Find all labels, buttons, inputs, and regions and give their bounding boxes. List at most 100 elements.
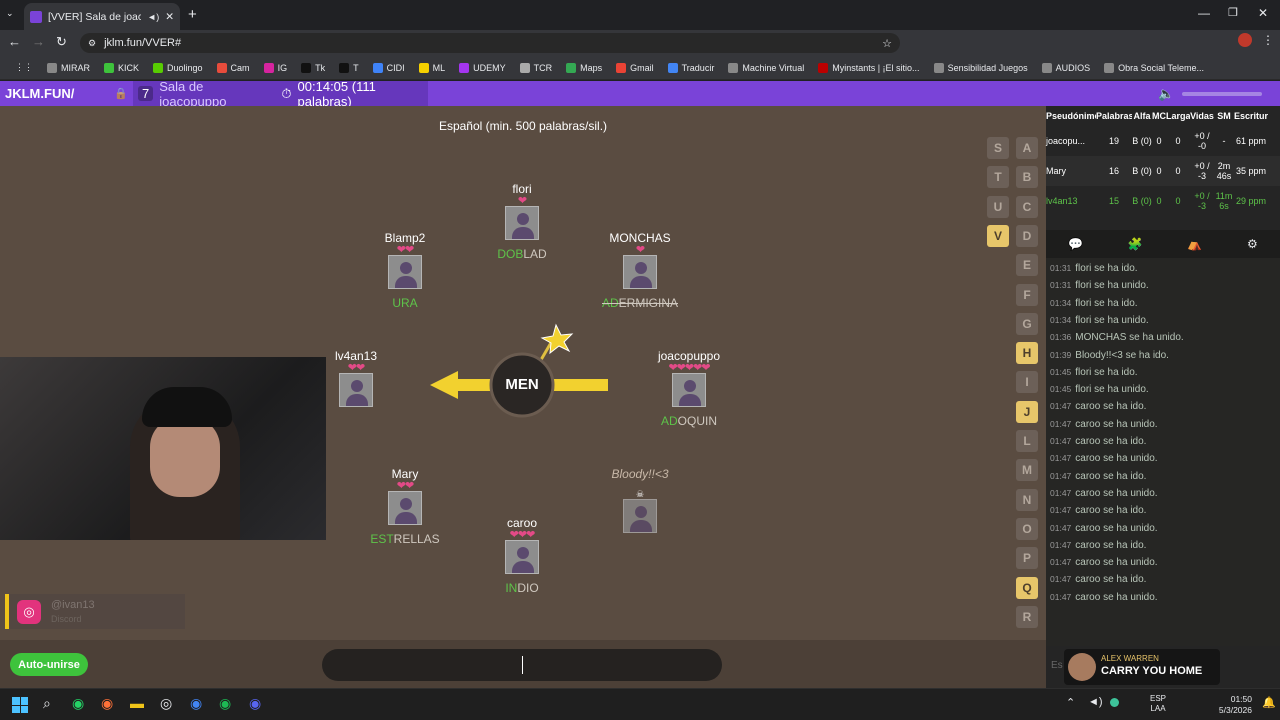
auto-join-button[interactable]: Auto-unirse (10, 653, 88, 676)
steam-icon[interactable]: ◎ (160, 695, 172, 712)
reload-icon[interactable]: ↻ (56, 34, 67, 50)
bookmark-label: Maps (580, 62, 603, 73)
bookmark-item[interactable]: AUDIOS (1035, 62, 1098, 73)
chat-message: 01:47 caroo se ha unido. (1050, 557, 1158, 568)
player-word: DOBLAD (462, 247, 582, 261)
firefox-icon[interactable]: ◉ (101, 695, 113, 712)
audio-icon[interactable]: ◄) (147, 12, 159, 22)
bookmark-item[interactable]: Obra Social Teleme... (1097, 62, 1211, 73)
taskbar: ⌕ ◉ ◉ ▬ ◎ ◉ ◉ ◉ ⌃ ◄) ESP LAA 01:50 5/3/2… (0, 688, 1280, 720)
settings-tab-icon[interactable]: ⚙ (1247, 237, 1258, 251)
bookmark-item[interactable]: Myinstants | ¡El sitio... (811, 62, 926, 73)
table-cell: 61 ppm (1235, 136, 1267, 146)
player-0: flori ❤ DOBLAD (462, 182, 582, 261)
chrome-icon[interactable]: ◉ (190, 695, 202, 712)
bookmark-item[interactable]: Maps (559, 62, 609, 73)
chat-message: 01:36 MONCHAS se ha unido. (1050, 332, 1184, 343)
profile-avatar[interactable] (1238, 33, 1252, 47)
bookmark-item[interactable]: IG (257, 62, 295, 73)
table-cell: - (1222, 136, 1226, 146)
chat-log: 01:31 flori se ha ido. 01:31 flori se ha un… (1046, 258, 1280, 638)
browser-tab[interactable]: [VVER] Sala de joacopuppo ◄) ✕ (24, 3, 180, 30)
bonus-letter: F (1016, 283, 1038, 306)
bookmark-label: Obra Social Teleme... (1118, 62, 1205, 73)
windows-start-icon[interactable] (12, 697, 28, 713)
streamer-hair (142, 387, 232, 427)
bookmark-item[interactable]: Traducir (661, 62, 722, 73)
restore-icon[interactable]: ❐ (1228, 6, 1238, 19)
clock-time: 01:50 (1230, 694, 1252, 704)
minimize-icon[interactable]: — (1198, 6, 1210, 20)
player-1: Blamp2 ❤❤ URA (345, 231, 465, 310)
tray-chevron-icon[interactable]: ⌃ (1066, 696, 1075, 709)
chat-text: Bloody!!<3 se ha ido. (1075, 349, 1169, 361)
rooms-tab-icon[interactable]: 🧩 (1128, 237, 1143, 251)
bookmark-item[interactable]: Duolingo (146, 62, 210, 73)
explorer-icon[interactable]: ▬ (130, 695, 144, 711)
bookmark-item[interactable]: KICK (97, 62, 146, 73)
bookmark-item[interactable]: T (332, 62, 366, 73)
table-cell: 0 (1175, 136, 1181, 146)
bonus-letter: D (1016, 224, 1038, 247)
player-avatar (388, 255, 422, 289)
bookmark-item[interactable]: ML (412, 62, 453, 73)
player-5: Mary ❤❤ ESTRELLAS (345, 467, 465, 546)
chat-input[interactable]: Es ALEX WARREN CARRY YOU HOME (1046, 646, 1280, 688)
chat-tab-icon[interactable]: 💬 (1068, 237, 1083, 251)
player-name: Blamp2 (384, 231, 426, 245)
back-icon[interactable]: ← (8, 34, 21, 49)
chat-time: 01:45 (1050, 366, 1072, 377)
tab-close-icon[interactable]: ✕ (165, 11, 174, 23)
bookmark-item[interactable]: Cam (210, 62, 257, 73)
chat-message: 01:31 flori se ha unido. (1050, 280, 1149, 291)
room-info: 7 Sala de joacopuppo ⏱ 00:14:05 (111 pal… (133, 79, 428, 109)
word-input[interactable] (322, 649, 722, 681)
instagram-icon: ◎ (17, 600, 41, 624)
table-cell: 0 (1156, 136, 1162, 146)
site-info-icon[interactable]: ⚙ (88, 38, 96, 49)
chat-text: flori se ha ido. (1075, 263, 1138, 274)
search-icon[interactable]: ⌕ (43, 695, 51, 712)
forward-icon[interactable]: → (32, 34, 45, 49)
bookmark-star-icon[interactable]: ☆ (882, 37, 892, 50)
new-tab-icon[interactable]: + (188, 6, 197, 23)
bookmark-item[interactable]: Tk (294, 62, 332, 73)
chat-time: 01:36 (1050, 332, 1072, 343)
url-bar[interactable]: ⚙ jklm.fun/VVER# ☆ (80, 33, 900, 53)
discord-icon[interactable]: ◉ (249, 695, 261, 712)
chat-text: flori se ha unido. (1075, 280, 1149, 292)
apps-icon[interactable]: ⋮⋮ (8, 62, 40, 73)
bookmark-item[interactable]: UDEMY (452, 62, 513, 73)
bookmark-item[interactable]: Sensibilidad Juegos (927, 62, 1035, 73)
volume-slider[interactable] (1182, 92, 1262, 96)
album-art (1068, 653, 1096, 681)
table-row: joacopu... 19 B (0) 0 0 +0 / -0 -61 ppm (1046, 126, 1280, 156)
player-hearts: ❤ (635, 244, 645, 256)
tab-search-icon[interactable]: ⌄ (6, 8, 14, 19)
close-window-icon[interactable]: ✕ (1258, 6, 1268, 20)
bookmark-item[interactable]: MIRAR (40, 62, 97, 73)
bookmark-icon (519, 62, 530, 73)
spotify-icon[interactable]: ◉ (219, 695, 231, 712)
leaderboard-tab-icon[interactable]: ⛺ (1187, 237, 1202, 251)
menu-icon[interactable]: ⋮ (1262, 33, 1274, 47)
chat-text: flori se ha ido. (1075, 297, 1138, 309)
notifications-icon[interactable]: 🔔 (1262, 696, 1276, 709)
bonus-letter: B (1016, 166, 1038, 189)
tray-audio-icon[interactable]: ◄) (1088, 696, 1103, 708)
player-word: ADOQUIN (629, 414, 749, 428)
clock[interactable]: 01:50 5/3/2026 (1210, 694, 1252, 716)
bonus-letter: R (1016, 605, 1038, 628)
social-handle: ◎ @ivan13 Discord (5, 594, 185, 629)
bookmark-item[interactable]: CIDI (366, 62, 412, 73)
whatsapp-icon[interactable]: ◉ (72, 695, 84, 712)
volume-icon[interactable]: 🔈 (1158, 86, 1174, 102)
language-indicator[interactable]: ESP LAA (1150, 694, 1166, 714)
bookmark-item[interactable]: Gmail (609, 62, 661, 73)
bookmark-item[interactable]: Machine Virtual (721, 62, 811, 73)
player-avatar (672, 373, 706, 407)
player-word: URA (345, 296, 465, 310)
bookmark-icon (47, 62, 57, 73)
bookmark-item[interactable]: TCR (513, 62, 560, 73)
tray-status-icon[interactable] (1110, 698, 1119, 707)
